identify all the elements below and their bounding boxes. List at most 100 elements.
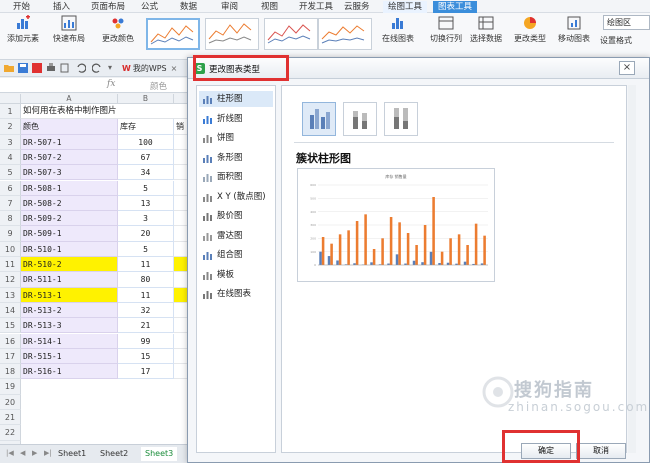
header-cell-stock[interactable]: 库存 <box>118 119 174 135</box>
close-tab-icon[interactable]: × <box>171 64 178 73</box>
tab-cloud[interactable]: 云服务 <box>339 1 375 13</box>
first-sheet-icon[interactable]: |◀ <box>6 449 14 457</box>
cell-color[interactable]: DR-509-1 <box>21 226 118 242</box>
cell-color[interactable]: DR-509-2 <box>21 211 118 227</box>
cell-stock[interactable]: 67 <box>118 149 174 166</box>
close-button[interactable]: × <box>619 61 635 75</box>
cell-stock[interactable]: 32 <box>118 302 174 319</box>
cell-stock[interactable]: 99 <box>118 333 174 349</box>
row-header[interactable]: 3 <box>0 134 21 150</box>
chart-style-2[interactable] <box>205 18 259 50</box>
chart-category-item[interactable]: 条形图 <box>199 150 273 166</box>
tab-review[interactable]: 审阅 <box>216 1 243 13</box>
row-header[interactable]: 8 <box>0 211 21 227</box>
cell-stock[interactable]: 100 <box>118 134 174 150</box>
row-header[interactable]: 1 <box>0 104 21 120</box>
save-icon[interactable] <box>18 63 28 73</box>
move-chart-button[interactable]: 移动图表 <box>556 15 592 44</box>
row-header[interactable]: 15 <box>0 318 21 334</box>
cell-color[interactable]: DR-513-2 <box>21 302 118 319</box>
preview-icon[interactable] <box>60 63 70 73</box>
cell-stock[interactable]: 11 <box>118 287 174 303</box>
tab-my-wps[interactable]: W 我的WPS × <box>122 62 177 75</box>
print-icon[interactable] <box>46 63 56 73</box>
cell-stock[interactable]: 20 <box>118 226 174 242</box>
chart-category-item[interactable]: 雷达图 <box>199 228 273 244</box>
chart-category-item[interactable]: X Y (散点图) <box>199 189 273 205</box>
tab-sheet2[interactable]: Sheet2 <box>96 447 132 461</box>
row-header[interactable]: 20 <box>0 394 21 410</box>
set-format-button[interactable]: 设置格式 <box>600 35 650 46</box>
cell-stock[interactable]: 21 <box>118 318 174 334</box>
dropdown-icon[interactable]: ▾ <box>108 63 118 73</box>
switch-row-col-button[interactable]: 切换行列 <box>428 15 464 44</box>
cell-stock[interactable]: 5 <box>118 241 174 257</box>
row-header[interactable]: 10 <box>0 241 21 257</box>
change-color-button[interactable]: 更改颜色 <box>98 15 138 44</box>
tab-chart-tools[interactable]: 图表工具 <box>433 1 478 13</box>
sheet-title-cell[interactable]: 如何用在表格中制作图片 <box>21 104 195 120</box>
cell-stock[interactable]: 11 <box>118 257 174 273</box>
chart-category-item[interactable]: 饼图 <box>199 130 273 146</box>
cell-color[interactable]: DR-510-1 <box>21 241 118 257</box>
chart-category-item[interactable]: 组合图 <box>199 247 273 263</box>
folder-icon[interactable] <box>4 63 14 73</box>
row-header[interactable]: 12 <box>0 272 21 288</box>
chart-style-3[interactable] <box>264 18 318 50</box>
quick-layout-button[interactable]: 快速布局 <box>48 15 90 44</box>
chart-style-4[interactable] <box>318 18 372 50</box>
cell-color[interactable]: DR-515-1 <box>21 348 118 365</box>
tab-sheet3[interactable]: Sheet3 <box>141 447 178 461</box>
chart-style-1[interactable] <box>146 18 200 50</box>
cell-stock[interactable]: 13 <box>118 195 174 212</box>
cell-color[interactable]: DR-516-1 <box>21 364 118 380</box>
row-header[interactable]: 13 <box>0 287 21 303</box>
row-header[interactable]: 18 <box>0 364 21 380</box>
next-sheet-icon[interactable]: ▶ <box>32 449 37 457</box>
column-header-b[interactable]: B <box>118 94 174 104</box>
fx-label[interactable]: fx <box>107 79 115 89</box>
row-header[interactable]: 14 <box>0 302 21 319</box>
change-type-button[interactable]: 更改类型 <box>512 15 548 44</box>
cell-stock[interactable]: 17 <box>118 364 174 380</box>
cell-color[interactable]: DR-507-2 <box>21 149 118 166</box>
cell-stock[interactable]: 3 <box>118 211 174 227</box>
chart-element-select[interactable]: 绘图区 <box>603 15 650 30</box>
cell-color[interactable]: DR-507-3 <box>21 165 118 181</box>
select-all-corner[interactable] <box>0 94 21 104</box>
cell-color[interactable]: DR-513-3 <box>21 318 118 334</box>
add-element-button[interactable]: 添加元素 <box>4 15 42 44</box>
cell-color[interactable]: DR-507-1 <box>21 134 118 150</box>
percent-stacked-column-option[interactable] <box>384 102 418 136</box>
tab-dev-tools[interactable]: 开发工具 <box>294 1 338 13</box>
tab-data[interactable]: 数据 <box>175 1 202 13</box>
row-header[interactable]: 4 <box>0 149 21 166</box>
cell-color[interactable]: DR-510-2 <box>21 257 118 273</box>
cell-color[interactable]: DR-513-1 <box>21 287 118 303</box>
tab-view[interactable]: 视图 <box>256 1 283 13</box>
pdf-icon[interactable] <box>32 63 42 73</box>
stacked-column-option[interactable] <box>343 102 377 136</box>
row-header[interactable]: 5 <box>0 165 21 181</box>
row-header[interactable]: 11 <box>0 257 21 273</box>
row-header[interactable]: 7 <box>0 195 21 212</box>
cell-stock[interactable]: 5 <box>118 180 174 196</box>
row-header[interactable]: 2 <box>0 119 21 135</box>
tab-page-layout[interactable]: 页面布局 <box>86 1 130 13</box>
select-data-button[interactable]: 选择数据 <box>468 15 504 44</box>
tab-drawing-tools[interactable]: 绘图工具 <box>383 1 428 13</box>
redo-icon[interactable] <box>92 63 102 73</box>
prev-sheet-icon[interactable]: ◀ <box>20 449 25 457</box>
cell-color[interactable]: DR-508-2 <box>21 195 118 212</box>
row-header[interactable]: 6 <box>0 180 21 196</box>
clustered-column-option[interactable] <box>302 102 336 136</box>
chart-category-item[interactable]: 模板 <box>199 267 273 283</box>
chart-category-item[interactable]: 折线图 <box>199 111 273 127</box>
row-header[interactable]: 17 <box>0 348 21 365</box>
cell-color[interactable]: DR-514-1 <box>21 333 118 349</box>
chart-category-item[interactable]: 柱形图 <box>199 91 273 107</box>
tab-formula[interactable]: 公式 <box>136 1 163 13</box>
chart-category-item[interactable]: 在线图表 <box>199 286 273 302</box>
chart-category-item[interactable]: 股价图 <box>199 208 273 224</box>
cell-stock[interactable]: 15 <box>118 348 174 365</box>
